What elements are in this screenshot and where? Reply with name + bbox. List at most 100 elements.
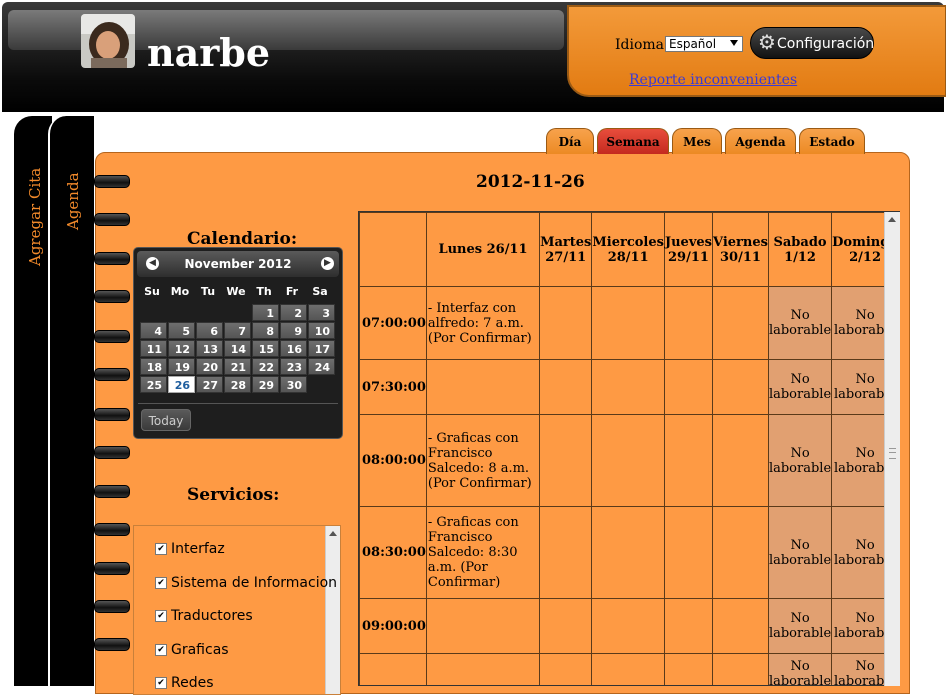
service-checkbox[interactable]: ✔	[155, 576, 167, 589]
schedule-cell[interactable]	[591, 653, 665, 685]
prev-month-icon[interactable]: ◀	[146, 257, 159, 270]
schedule-cell[interactable]	[711, 359, 769, 415]
schedule-cell[interactable]	[711, 598, 769, 654]
weekday-header: Th	[256, 285, 272, 298]
calendar-day[interactable]: 10	[308, 322, 335, 339]
side-tab-add-appointment[interactable]: Agregar Cita	[14, 116, 52, 686]
weekday-header: Mo	[170, 285, 190, 298]
calendar-day[interactable]: 4	[140, 322, 167, 339]
calendar-day[interactable]: 25	[140, 376, 167, 393]
schedule-cell[interactable]	[711, 286, 769, 360]
tab-week[interactable]: Semana	[597, 128, 669, 154]
calendar-day[interactable]: 17	[308, 340, 335, 357]
tab-day[interactable]: Día	[546, 128, 594, 154]
schedule-cell[interactable]	[539, 286, 593, 360]
calendar-day[interactable]: 12	[168, 340, 195, 357]
calendar-day[interactable]: 9	[280, 322, 307, 339]
service-label: Interfaz	[171, 541, 225, 557]
schedule-cell-monday[interactable]	[425, 359, 541, 415]
calendar-day[interactable]: 30	[280, 376, 307, 393]
schedule-cell[interactable]	[591, 598, 665, 654]
schedule-row: No laborable No laborable	[359, 653, 899, 685]
calendar-day[interactable]: 22	[252, 358, 279, 375]
non-working-cell: No laborable	[767, 359, 833, 415]
service-checkbox[interactable]: ✔	[155, 643, 167, 656]
calendar-day[interactable]: 23	[280, 358, 307, 375]
app-header: narbe Idioma: Español ⚙ Configuración Rep…	[2, 2, 946, 112]
calendar-day[interactable]: 5	[168, 322, 195, 339]
binder-ring	[94, 252, 130, 265]
schedule-cell[interactable]	[591, 506, 665, 599]
non-working-cell: No laborable	[767, 286, 833, 360]
calendar-day[interactable]: 28	[224, 376, 251, 393]
service-checkbox[interactable]: ✔	[155, 610, 167, 622]
calendar-day[interactable]: 26	[168, 376, 195, 393]
schedule-cell[interactable]	[539, 598, 593, 654]
scroll-grip-icon[interactable]	[889, 448, 896, 459]
schedule-cell[interactable]	[663, 598, 713, 654]
calendar-day[interactable]: 27	[196, 376, 223, 393]
schedule-cell[interactable]	[711, 414, 769, 507]
config-button[interactable]: ⚙ Configuración	[750, 27, 874, 59]
schedule-cell[interactable]	[663, 653, 713, 685]
calendar-day[interactable]: 29	[252, 376, 279, 393]
calendar-day[interactable]: 21	[224, 358, 251, 375]
schedule-cell[interactable]	[663, 506, 713, 599]
calendar-day[interactable]: 6	[196, 322, 223, 339]
tab-month[interactable]: Mes	[672, 128, 722, 154]
calendar-day[interactable]: 13	[196, 340, 223, 357]
services-title: Servicios:	[187, 485, 280, 505]
language-select[interactable]: Español	[665, 36, 743, 52]
schedule-cell[interactable]	[539, 506, 593, 599]
calendar-day[interactable]: 1	[252, 304, 279, 321]
today-button[interactable]: Today	[141, 409, 191, 431]
schedule-cell[interactable]	[591, 286, 665, 360]
calendar-day[interactable]: 15	[252, 340, 279, 357]
service-checkbox[interactable]: ✔	[155, 543, 167, 555]
service-label: Graficas	[171, 641, 229, 658]
schedule-cell[interactable]	[711, 653, 769, 685]
schedule-cell-monday[interactable]: - Graficas con Francisco Salcedo: 8:30 a…	[425, 506, 541, 599]
schedule-cell-monday[interactable]: - Graficas con Francisco Salcedo: 8 a.m.…	[425, 414, 541, 507]
schedule-row: 07:00:00- Interfaz con alfredo: 7 a.m. (…	[359, 286, 899, 360]
non-working-cell: No laborable	[767, 506, 833, 599]
service-checkbox[interactable]: ✔	[155, 677, 167, 689]
schedule-cell[interactable]	[591, 414, 665, 507]
calendar-day[interactable]: 14	[224, 340, 251, 357]
calendar-day[interactable]: 8	[252, 322, 279, 339]
schedule-cell-monday[interactable]	[425, 653, 541, 685]
tab-status[interactable]: Estado	[799, 128, 865, 154]
next-month-icon[interactable]: ▶	[321, 257, 334, 270]
scroll-up-icon[interactable]	[329, 531, 337, 536]
tab-agenda[interactable]: Agenda	[725, 128, 796, 154]
schedule-cell[interactable]	[711, 506, 769, 599]
calendar-day[interactable]: 24	[308, 358, 335, 375]
side-tab-agenda[interactable]: Agenda	[48, 116, 94, 686]
binder-ring	[94, 330, 130, 343]
schedule-cell[interactable]	[663, 414, 713, 507]
scroll-up-icon[interactable]	[888, 217, 896, 222]
non-working-cell: No laborable	[767, 598, 833, 654]
calendar-day[interactable]: 18	[140, 358, 167, 375]
schedule-scrollbar[interactable]	[884, 212, 900, 686]
schedule-cell-monday[interactable]: - Interfaz con alfredo: 7 a.m. (Por Conf…	[425, 286, 541, 360]
calendar-day[interactable]: 19	[168, 358, 195, 375]
schedule-row: 09:00:00 No laborable No laborable	[359, 598, 899, 654]
schedule-cell[interactable]	[663, 286, 713, 360]
schedule-cell[interactable]	[539, 414, 593, 507]
services-scrollbar[interactable]	[325, 526, 340, 694]
language-label: Idioma:	[615, 37, 669, 53]
calendar-day[interactable]: 3	[308, 304, 335, 321]
schedule-cell[interactable]	[539, 359, 593, 415]
schedule-cell[interactable]	[663, 359, 713, 415]
calendar-day[interactable]: 16	[280, 340, 307, 357]
calendar-day[interactable]: 7	[224, 322, 251, 339]
calendar-day[interactable]: 20	[196, 358, 223, 375]
report-issues-link[interactable]: Reporte inconvenientes	[629, 72, 797, 88]
calendar-day[interactable]: 2	[280, 304, 307, 321]
schedule-cell-monday[interactable]	[425, 598, 541, 654]
calendar-day[interactable]: 11	[140, 340, 167, 357]
schedule-cell[interactable]	[591, 359, 665, 415]
time-slot: 07:00:00	[359, 286, 427, 360]
schedule-cell[interactable]	[539, 653, 593, 685]
